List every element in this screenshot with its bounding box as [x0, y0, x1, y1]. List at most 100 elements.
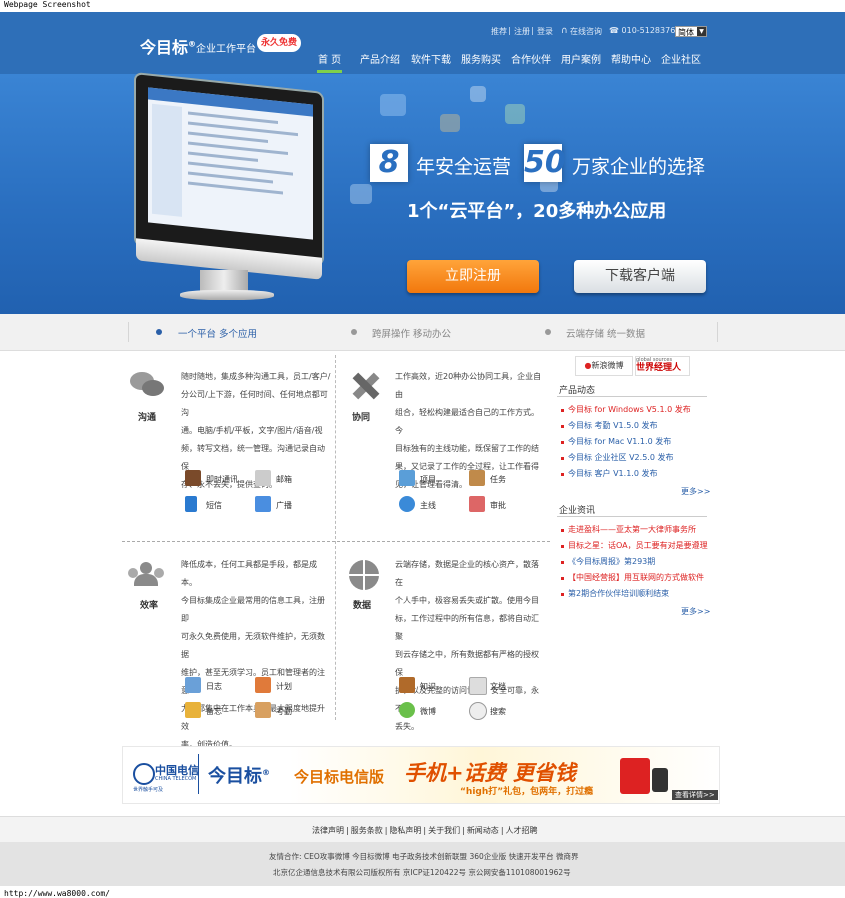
approval-icon[interactable]	[469, 496, 485, 512]
instant-message-icon[interactable]	[185, 470, 201, 486]
sina-weibo-logo[interactable]: ●新浪微博	[575, 356, 633, 376]
bullet-icon	[561, 529, 564, 532]
company-info-item[interactable]: 目标之星：话OA，员工要有对是要遵理	[568, 540, 708, 551]
app-label[interactable]: 即时通讯	[206, 474, 238, 485]
company-info-item[interactable]: 《今目标周报》第293期	[568, 556, 655, 567]
banner-brand: 今目标®	[208, 766, 270, 787]
monitor-screen	[148, 87, 313, 240]
top-link-login[interactable]: 登录	[537, 26, 553, 37]
block-text-efficiency: 降低成本，任何工具都是手段，都是成本。 今目标集成企业最常用的信息工具，注册即 可永…	[181, 560, 325, 749]
product-news-item[interactable]: 今目标 考勤 V1.5.0 发布	[568, 420, 657, 431]
nav-home[interactable]: 首 页	[318, 51, 341, 66]
app-label[interactable]: 主线	[420, 500, 436, 511]
footer-link[interactable]: 隐私声明	[389, 826, 421, 835]
telecom-en: CHINA TELECOM	[155, 776, 197, 782]
footer-separator: |	[500, 826, 504, 835]
app-label[interactable]: 微博	[420, 706, 436, 717]
app-label[interactable]: 短信	[206, 500, 222, 511]
online-consult-link[interactable]: 在线咨询	[570, 26, 602, 37]
banner-subtitle: “high打”礼包，包两年，打过瘾	[460, 787, 594, 797]
app-label[interactable]: 任务	[490, 474, 506, 485]
product-news-item[interactable]: 今目标 客户 V1.1.0 发布	[568, 468, 657, 479]
monitor-base	[180, 290, 274, 300]
top-separator: |	[531, 26, 534, 35]
app-label[interactable]: 考勤	[276, 706, 292, 717]
footer-separator: |	[384, 826, 388, 835]
footer-links: 法律声明 | 服务条款 | 隐私声明 | 关于我们 | 新闻动态 | 人才招聘	[312, 825, 538, 836]
years-number: 8	[370, 144, 408, 182]
bullet-icon	[561, 457, 564, 460]
footer-link[interactable]: 服务条款	[351, 826, 383, 835]
log-icon[interactable]	[185, 677, 201, 693]
copyright: 北京亿企通信息技术有限公司版权所有 京ICP证120422号 京公网安备1101…	[273, 868, 571, 877]
knowledge-icon[interactable]	[399, 677, 415, 693]
app-label[interactable]: 文档	[490, 681, 506, 692]
view-detail-button[interactable]: 查看详情>>	[672, 790, 718, 800]
nav-community[interactable]: 企业社区	[661, 51, 701, 66]
block-title-communication: 沟通	[138, 413, 157, 423]
strip-dot	[545, 329, 551, 335]
nav-product[interactable]: 产品介绍	[360, 51, 400, 66]
document-icon[interactable]	[469, 677, 487, 695]
free-badge: 永久免费	[257, 34, 301, 52]
company-info-item[interactable]: 【中国经营报】用互联网的方式做软件	[568, 572, 704, 583]
sms-phone-icon[interactable]	[185, 496, 197, 512]
app-label[interactable]: 搜索	[490, 706, 506, 717]
company-info-item[interactable]: 第2期合作伙伴培训顺利结束	[568, 588, 669, 599]
app-label[interactable]: 计划	[276, 681, 292, 692]
company-info-item[interactable]: 走进盈科——亚太第一大律师事务所	[568, 524, 696, 535]
phone-icon	[652, 768, 668, 792]
nav-cases[interactable]: 用户案例	[561, 51, 601, 66]
app-label[interactable]: 广播	[276, 500, 292, 511]
plan-calendar-icon[interactable]	[255, 677, 271, 693]
language-select[interactable]: 简体 ▼	[675, 26, 707, 37]
footer-link[interactable]: 新闻动态	[467, 826, 499, 835]
memo-icon[interactable]	[185, 702, 201, 718]
mail-icon[interactable]	[255, 470, 271, 486]
footer-link[interactable]: 关于我们	[428, 826, 460, 835]
task-briefcase-icon[interactable]	[469, 470, 485, 486]
footer-link[interactable]: 法律声明	[312, 826, 344, 835]
nav-purchase[interactable]: 服务购买	[461, 51, 501, 66]
top-link-register[interactable]: 注册	[514, 26, 530, 37]
friend-links[interactable]: 友情合作: CEO攻事微博 今目标微博 电子政务技术创新联盟 360企业版 快速…	[269, 851, 579, 862]
search-icon[interactable]	[469, 702, 487, 720]
download-client-button[interactable]: 下载客户端	[574, 260, 706, 293]
project-icon[interactable]	[399, 470, 415, 486]
strip-item-cloud[interactable]: 云端存储 统一数据	[566, 326, 645, 340]
product-news-item[interactable]: 今目标 for Windows V5.1.0 发布	[568, 404, 691, 415]
nav-partners[interactable]: 合作伙伴	[511, 51, 551, 66]
block-title-efficiency: 效率	[140, 601, 159, 611]
app-label[interactable]: 备忘	[206, 706, 222, 717]
world-manager-logo[interactable]: global sources 世界经理人	[635, 356, 690, 376]
logo-text[interactable]: 今目标®	[140, 34, 196, 58]
nav-download[interactable]: 软件下载	[411, 51, 451, 66]
weibo-icon[interactable]	[399, 702, 415, 718]
register-button[interactable]: 立即注册	[407, 260, 539, 293]
strip-item-mobile[interactable]: 跨屏操作 移动办公	[372, 326, 451, 340]
app-label[interactable]: 项目	[420, 474, 436, 485]
chevron-down-icon: ▼	[697, 27, 706, 36]
app-label[interactable]: 审批	[490, 500, 506, 511]
product-news-item[interactable]: 今目标 for Mac V1.1.0 发布	[568, 436, 671, 447]
strip-dot-active	[156, 329, 162, 335]
broadcast-icon[interactable]	[255, 496, 271, 512]
info-more-link[interactable]: 更多>>	[681, 606, 710, 617]
footer-link[interactable]: 人才招聘	[506, 826, 538, 835]
app-label[interactable]: 邮箱	[276, 474, 292, 485]
attendance-icon[interactable]	[255, 702, 271, 718]
strip-item-platform[interactable]: 一个平台 多个应用	[178, 326, 257, 340]
top-link-recommend[interactable]: 推荐	[491, 26, 507, 37]
product-news-item[interactable]: 今目标 企业社区 V2.5.0 发布	[568, 452, 673, 463]
block-title-collaboration: 协同	[352, 413, 371, 423]
footer-separator: |	[423, 826, 427, 835]
app-label[interactable]: 知识	[420, 681, 436, 692]
news-more-link[interactable]: 更多>>	[681, 486, 710, 497]
nav-help[interactable]: 帮助中心	[611, 51, 651, 66]
pencil-ruler-icon	[345, 370, 385, 404]
bullet-icon	[561, 545, 564, 548]
hero-tagline: 1个“云平台”，20多种办公应用	[407, 201, 667, 222]
mainline-icon[interactable]	[399, 496, 415, 512]
gift-box-icon	[620, 758, 650, 794]
app-label[interactable]: 日志	[206, 681, 222, 692]
